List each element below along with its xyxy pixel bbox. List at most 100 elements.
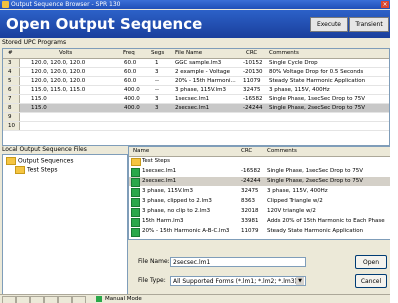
file-icon [131,188,140,197]
file-cell-crc: -24244 [241,178,261,184]
program-row[interactable]: 10 [3,122,389,131]
program-cell-num: 7 [8,96,12,102]
program-cell-comments: 3 phase, 115V, 400Hz [269,87,330,93]
file-cell-name: 3 phase, no clip to 2.lm3 [142,208,211,214]
col-comments[interactable]: Comments [267,147,297,155]
status-panel [58,296,72,303]
cancel-button[interactable]: Cancel [355,274,387,288]
file-icon [131,228,140,237]
program-cell-crc: 32475 [243,87,261,93]
grid-header: # Volts Freq Segs File Name CRC Comments [3,49,389,59]
program-cell-num: 6 [8,87,12,93]
program-cell-num: 8 [8,105,12,111]
file-icon [131,218,140,227]
file-cell-comments: Steady State Harmonic Application [267,228,364,234]
header-banner: Open Output Sequence Execute Transient [0,10,390,38]
file-cell-comments: Single Phase, 2secSec Drop to 75V [267,178,364,184]
program-cell-file: GGC sample.lm3 [175,60,222,66]
status-bar: Manual Mode [0,294,390,303]
program-cell-volts: 120.0, 120.0, 120.0 [31,60,86,66]
execute-button[interactable]: Execute [310,17,348,32]
file-cell-comments: 3 phase, 115V, 400Hz [267,188,328,194]
file-row[interactable]: 3 phase, no clip to 2.lm3 32018 120V trian… [129,207,390,217]
chevron-down-icon[interactable]: ▼ [296,277,304,285]
file-name-input[interactable]: 2secsec.lm1 [170,257,306,267]
file-list-header: Name CRC Comments [129,147,390,157]
program-cell-crc: -20130 [243,69,263,75]
file-row[interactable]: 1secsec.lm1 -16582 Single Phase, 1secSec D… [129,167,390,177]
col-volts[interactable]: Volts [59,49,72,57]
program-row[interactable]: 8 115.0 400.0 3 2secsec.lm1 -24244 Single Phas… [3,104,389,113]
file-cell-name: 20% - 15th Harmonic A-B-C.lm3 [142,228,230,234]
program-cell-freq: 400.0 [124,87,140,93]
file-cell-name: 15th Harm.lm3 [142,218,184,224]
folder-icon [6,157,16,165]
program-row[interactable]: 5 120.0, 120.0, 120.0 60.0 -- 20% - 15th Har… [3,77,389,86]
folder-icon [15,166,25,174]
program-cell-volts: 120.0, 120.0, 120.0 [31,78,86,84]
file-type-value: All Supported Forms (*.lm1; *.lm2; *.lm3… [173,278,297,285]
program-cell-num: 5 [8,78,12,84]
col-comments[interactable]: Comments [269,49,299,57]
title-bar[interactable]: Output Sequence Browser - SPR 130 × [0,0,390,9]
program-cell-file: 2secsec.lm1 [175,105,210,111]
output-sequence-browser-window: Output Sequence Browser - SPR 130 × Open… [0,0,390,303]
file-type-label: File Type: [138,277,166,284]
file-type-select[interactable]: All Supported Forms (*.lm1; *.lm2; *.lm3… [170,276,306,286]
file-row[interactable]: 3 phase, clipped to 2.lm3 8363 Clipped Tri… [129,197,390,207]
program-cell-file: 20% - 15th Harmoni... [175,78,236,84]
program-cell-freq: 60.0 [124,60,137,66]
program-cell-segs: -- [155,78,159,84]
file-cell-crc: 11079 [241,228,259,234]
program-cell-volts: 115.0, 115.0, 115.0 [31,87,86,93]
file-cell-crc: -16582 [241,168,261,174]
program-cell-volts: 115.0 [31,96,47,102]
file-row[interactable]: 3 phase, 115V.lm3 32475 3 phase, 115V, 400… [129,187,390,197]
open-button[interactable]: Open [355,255,387,269]
program-cell-freq: 60.0 [124,78,137,84]
file-row[interactable]: 15th Harm.lm3 33981 Adds 20% of 15th Harmo… [129,217,390,227]
close-icon[interactable]: × [381,1,389,8]
file-cell-comments: Single Phase, 1secSec Drop to 75V [267,168,364,174]
program-row[interactable]: 9 [3,113,389,122]
col-file[interactable]: File Name [175,49,202,57]
col-crc[interactable]: CRC [241,147,252,155]
file-row[interactable]: 2secsec.lm1 -24244 Single Phase, 2secSec D… [129,177,390,187]
program-cell-comments: Single Phase, 2secSec Drop to 75V [269,105,366,111]
window-title: Output Sequence Browser - SPR 130 [11,1,121,8]
col-segs[interactable]: Segs [151,49,164,57]
col-num[interactable]: # [8,49,13,57]
file-row[interactable]: Test Steps [129,157,390,166]
program-cell-comments: Single Cycle Drop [269,60,318,66]
program-row[interactable]: 7 115.0 400.0 3 1secsec.lm1 -16582 Single Phas… [3,95,389,104]
page-title: Open Output Sequence [6,15,203,33]
file-icon [131,168,140,177]
program-row[interactable]: 4 120.0, 120.0, 120.0 60.0 3 2 example - Vol… [3,68,389,77]
tree-node-output-sequences[interactable]: Output Sequences [6,157,73,166]
file-cell-name: Test Steps [142,158,170,164]
folder-tree: Output Sequences Test Steps [2,154,128,296]
folder-icon [131,158,141,166]
file-cell-comments: Clipped Triangle w/2 [267,198,323,204]
program-cell-crc: -16582 [243,96,263,102]
file-row[interactable]: 20% - 15th Harmonic A-B-C.lm3 11079 Steady… [129,227,390,237]
col-freq[interactable]: Freq [123,49,135,57]
program-cell-segs: 3 [155,105,159,111]
program-row[interactable]: 3 120.0, 120.0, 120.0 60.0 1 GGC sample.lm3 -… [3,59,389,68]
program-cell-comments: Single Phase, 1secSec Drop to 75V [269,96,366,102]
status-mode: Manual Mode [105,296,142,302]
col-crc[interactable]: CRC [246,49,257,57]
program-cell-segs: 1 [155,60,159,66]
file-cell-name: 3 phase, clipped to 2.lm3 [142,198,212,204]
program-cell-num: 4 [8,69,12,75]
program-row[interactable]: 6 115.0, 115.0, 115.0 400.0 -- 3 phase, 115V… [3,86,389,95]
program-cell-crc: -10152 [243,60,263,66]
local-files-label: Local Output Sequence Files [2,146,87,153]
file-cell-comments: 120V triangle w/2 [267,208,316,214]
program-cell-file: 3 phase, 115V.lm3 [175,87,227,93]
transient-button[interactable]: Transient [349,17,389,32]
program-cell-file: 1secsec.lm1 [175,96,210,102]
tree-node-test-steps[interactable]: Test Steps [15,166,58,175]
col-name[interactable]: Name [133,147,149,155]
status-panel [44,296,58,303]
